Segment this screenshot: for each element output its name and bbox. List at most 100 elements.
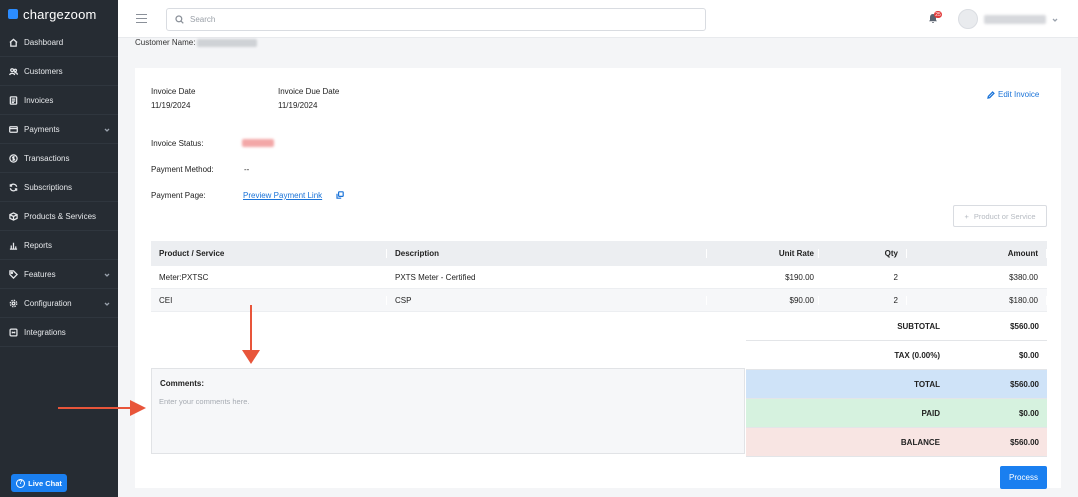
paid-value: $0.00 <box>1018 408 1039 418</box>
card-icon <box>9 125 18 134</box>
table-cell: $90.00 <box>707 295 819 305</box>
comments-input[interactable] <box>159 397 737 447</box>
sidebar-item-label: Configuration <box>24 298 72 308</box>
refresh-icon <box>9 183 18 192</box>
users-icon <box>9 67 18 76</box>
sidebar-item-integrations[interactable]: Integrations <box>0 318 118 347</box>
preview-payment-link[interactable]: Preview Payment Link <box>243 191 322 200</box>
user-name-redacted <box>984 14 1046 24</box>
table-cell: CSP <box>387 295 707 305</box>
table-cell: CEI <box>151 295 387 305</box>
paid-row: PAID $0.00 <box>746 399 1047 428</box>
table-cell: Meter:PXTSC <box>151 272 387 282</box>
invoice-card: Invoice Date 11/19/2024 Invoice Due Date… <box>135 68 1061 489</box>
sidebar-item-label: Features <box>24 269 56 279</box>
invoice-icon <box>9 95 18 105</box>
invoice-status-label: Invoice Status: <box>151 139 204 148</box>
table-cell: $180.00 <box>907 295 1047 305</box>
question-icon: ? <box>16 478 26 488</box>
sidebar-item-invoices[interactable]: Invoices <box>0 86 118 115</box>
gear-icon <box>9 299 18 308</box>
sidebar-item-label: Payments <box>24 124 60 134</box>
balance-value: $560.00 <box>1010 437 1039 447</box>
chevron-down-icon <box>1052 16 1058 22</box>
sidebar-item-transactions[interactable]: Transactions <box>0 144 118 173</box>
edit-invoice-link[interactable]: Edit Invoice <box>987 90 1039 99</box>
sidebar-item-label: Subscriptions <box>24 182 73 192</box>
table-row: CEI CSP $90.00 2 $180.00 <box>151 289 1047 312</box>
bar-chart-icon <box>9 241 18 250</box>
invoice-status-value-redacted <box>242 139 274 147</box>
invoice-due-date-label: Invoice Due Date <box>278 87 340 96</box>
sidebar-item-label: Dashboard <box>24 37 64 47</box>
sidebar-item-label: Reports <box>24 240 53 250</box>
customer-name-label: Customer Name: <box>135 38 196 47</box>
notification-bell-icon[interactable]: 25 <box>928 11 942 25</box>
total-label: TOTAL <box>914 379 940 389</box>
totals-summary: SUBTOTAL $560.00 TAX (0.00%) $0.00 TOTAL… <box>746 312 1047 457</box>
sidebar-item-label: Customers <box>24 66 63 76</box>
sidebar-item-features[interactable]: Features <box>0 260 118 289</box>
home-icon <box>9 38 18 47</box>
tax-label: TAX (0.00%) <box>894 350 940 360</box>
sidebar-item-payments[interactable]: Payments <box>0 115 118 144</box>
add-product-service-label: Product or Service <box>973 211 1036 221</box>
tax-value: $0.00 <box>1018 350 1039 360</box>
user-menu[interactable] <box>958 9 1058 29</box>
balance-row: BALANCE $560.00 <box>746 428 1047 457</box>
comments-title: Comments: <box>160 379 205 388</box>
process-button[interactable]: Process <box>1000 466 1047 489</box>
subtotal-row: SUBTOTAL $560.00 <box>746 312 1047 341</box>
search-input[interactable] <box>190 15 690 24</box>
payment-page-label: Payment Page: <box>151 191 206 200</box>
payment-method-value: -- <box>244 165 250 174</box>
copy-link-icon[interactable] <box>336 191 344 199</box>
live-chat-button[interactable]: ? Live Chat <box>11 474 67 492</box>
sidebar-item-customers[interactable]: Customers <box>0 57 118 86</box>
customer-name-line: Customer Name: <box>135 38 258 47</box>
table-header-row: Product / Service Description Unit Rate … <box>151 241 1047 266</box>
search-icon <box>175 15 184 24</box>
payment-method-label: Payment Method: <box>151 165 214 174</box>
plug-icon <box>9 327 18 337</box>
sidebar-item-configuration[interactable]: Configuration <box>0 289 118 318</box>
customer-name-redacted <box>197 38 258 47</box>
sidebar-item-label: Products & Services <box>24 211 97 221</box>
table-cell: 2 <box>819 295 907 305</box>
brand-name: chargezoom <box>23 6 97 22</box>
total-value: $560.00 <box>1010 379 1039 389</box>
chevron-down-icon <box>104 300 110 306</box>
top-header: 25 <box>118 0 1078 38</box>
box-icon <box>9 211 18 221</box>
tag-icon <box>9 269 18 279</box>
sidebar-item-label: Invoices <box>24 95 54 105</box>
avatar <box>958 9 978 29</box>
brand-mark-icon <box>8 9 18 19</box>
table-cell: 2 <box>819 272 907 282</box>
sidebar: chargezoom Dashboard Customers Invoices … <box>0 0 118 497</box>
line-items-table: Product / Service Description Unit Rate … <box>151 241 1047 312</box>
sidebar-nav: Dashboard Customers Invoices Payments Tr… <box>0 28 118 347</box>
table-cell: $190.00 <box>707 272 819 282</box>
comments-box: Comments: <box>151 368 745 454</box>
sidebar-item-subscriptions[interactable]: Subscriptions <box>0 173 118 202</box>
column-header-description: Description <box>387 249 707 258</box>
column-header-unit-rate: Unit Rate <box>707 249 819 258</box>
notification-count-badge: 25 <box>934 11 942 18</box>
hamburger-menu-icon[interactable] <box>136 14 147 23</box>
add-product-service-button[interactable]: + Product or Service <box>953 205 1047 227</box>
brand-logo[interactable]: chargezoom <box>0 0 118 28</box>
column-header-amount: Amount <box>907 249 1047 258</box>
sidebar-item-products-services[interactable]: Products & Services <box>0 202 118 231</box>
table-cell: PXTS Meter - Certified <box>387 272 707 282</box>
sidebar-item-dashboard[interactable]: Dashboard <box>0 28 118 57</box>
subtotal-value: $560.00 <box>1010 321 1039 331</box>
sidebar-item-label: Integrations <box>24 327 66 337</box>
edit-invoice-label: Edit Invoice <box>998 90 1040 99</box>
table-cell: $380.00 <box>907 272 1047 282</box>
total-row: TOTAL $560.00 <box>746 370 1047 399</box>
sidebar-item-label: Transactions <box>24 153 70 163</box>
subtotal-label: SUBTOTAL <box>897 321 940 331</box>
invoice-date-value: 11/19/2024 <box>151 101 191 110</box>
sidebar-item-reports[interactable]: Reports <box>0 231 118 260</box>
